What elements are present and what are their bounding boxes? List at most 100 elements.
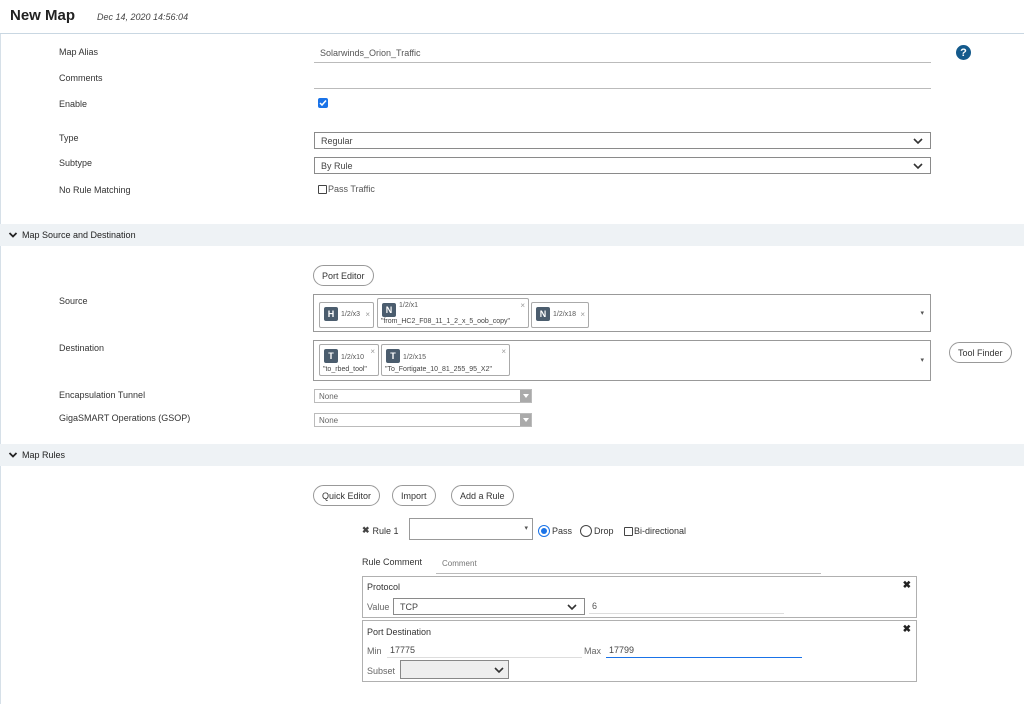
chevron-down-icon <box>913 162 923 169</box>
destination-label: Destination <box>59 343 105 353</box>
tag-name: "from_HC2_F08_11_1_2_x_5_oob_copy" <box>381 318 510 325</box>
rule-label: Rule 1 <box>372 525 399 536</box>
type-label: Type <box>59 133 79 143</box>
chevron-down-icon <box>8 452 18 458</box>
map-alias-input[interactable]: Solarwinds_Orion_Traffic <box>314 45 931 63</box>
encapsulation-tunnel-select[interactable]: None <box>314 389 532 403</box>
subtype-value: By Rule <box>321 160 353 171</box>
protocol-value-label: Value <box>367 602 390 612</box>
protocol-value: TCP <box>400 601 418 612</box>
chevron-down-icon <box>567 603 577 610</box>
destination-tag[interactable]: T 1/2/x10 "to_rbed_tool" × <box>319 344 379 376</box>
tag-port: 1/2/x10 <box>341 354 364 361</box>
tool-finder-button[interactable]: Tool Finder <box>949 342 1012 363</box>
drop-radio-option[interactable]: Drop <box>580 525 614 537</box>
remove-tag-icon[interactable]: × <box>370 347 375 356</box>
pass-traffic-option[interactable]: Pass Traffic <box>318 184 375 194</box>
gsop-value: None <box>319 415 339 425</box>
comments-input[interactable] <box>314 71 931 89</box>
subset-label: Subset <box>367 666 396 676</box>
source-multiselect[interactable]: H 1/2/x3 × N 1/2/x1 "from_HC2_F08_11_1_2… <box>313 294 931 332</box>
rule-comment-input[interactable]: Comment <box>436 557 821 574</box>
remove-tag-icon[interactable]: × <box>580 310 585 319</box>
section-map-rules[interactable]: Map Rules <box>0 444 1024 466</box>
subset-select[interactable] <box>400 660 509 679</box>
source-label: Source <box>59 296 88 306</box>
remove-tag-icon[interactable]: × <box>501 347 506 356</box>
gsop-label: GigaSMART Operations (GSOP) <box>59 413 191 423</box>
close-icon[interactable]: ✖ <box>903 580 911 591</box>
chevron-down-icon <box>494 667 504 674</box>
destination-tag[interactable]: T 1/2/x15 "To_Fortigate_10_81_255_95_X2"… <box>381 344 510 376</box>
caret-down-icon: ▾ <box>524 525 528 532</box>
enable-checkbox[interactable] <box>318 98 328 108</box>
max-port-input[interactable]: 17799 <box>606 642 802 658</box>
encapsulation-tunnel-label: Encapsulation Tunnel <box>59 390 146 400</box>
port-type-badge: T <box>324 349 338 363</box>
section-map-source-destination[interactable]: Map Source and Destination <box>0 224 1024 246</box>
section-title: Map Rules <box>22 450 66 460</box>
min-label: Min <box>367 646 382 656</box>
protocol-number-input[interactable]: 6 <box>589 598 784 614</box>
type-select[interactable]: Regular <box>314 132 931 149</box>
pass-radio[interactable] <box>538 525 550 537</box>
pass-label: Pass <box>552 526 573 536</box>
remove-rule-icon[interactable]: ✖ <box>362 525 370 536</box>
tag-port: 1/2/x18 <box>553 311 576 318</box>
port-destination-title: Port Destination <box>367 627 432 637</box>
caret-down-icon[interactable]: ▾ <box>920 356 924 364</box>
port-editor-button[interactable]: Port Editor <box>313 265 374 286</box>
protocol-title: Protocol <box>367 582 401 592</box>
caret-down-icon <box>520 390 531 402</box>
pass-radio-option[interactable]: Pass <box>538 525 572 537</box>
min-port-input[interactable]: 17775 <box>387 642 582 658</box>
tag-name: "to_rbed_tool" <box>323 366 367 373</box>
encapsulation-tunnel-value: None <box>319 391 339 401</box>
enable-label: Enable <box>59 99 88 109</box>
bidirectional-checkbox[interactable] <box>624 526 633 536</box>
port-destination-panel: Port Destination ✖ Min 17775 Max 17799 S… <box>362 620 917 682</box>
page-title: New Map <box>10 7 76 24</box>
section-title: Map Source and Destination <box>22 230 136 240</box>
source-tag[interactable]: H 1/2/x3 × <box>319 302 374 328</box>
remove-tag-icon[interactable]: × <box>365 310 370 319</box>
help-icon[interactable]: ? <box>956 45 971 60</box>
drop-label: Drop <box>594 526 614 536</box>
tag-port: 1/2/x15 <box>403 354 426 361</box>
max-label: Max <box>584 646 602 656</box>
rule-comment-label: Rule Comment <box>362 557 423 567</box>
bidirectional-option[interactable]: Bi-directional <box>624 526 686 536</box>
header-divider <box>0 33 1024 34</box>
import-button[interactable]: Import <box>392 485 436 506</box>
pass-traffic-label: Pass Traffic <box>328 184 375 194</box>
quick-editor-button[interactable]: Quick Editor <box>313 485 381 506</box>
comments-label: Comments <box>59 73 103 83</box>
rule-type-select[interactable]: ▾ <box>409 518 533 540</box>
pass-traffic-checkbox[interactable] <box>318 184 327 194</box>
remove-tag-icon[interactable]: × <box>520 301 525 310</box>
drop-radio[interactable] <box>580 525 592 537</box>
port-type-badge: N <box>536 307 550 321</box>
port-type-badge: T <box>386 349 400 363</box>
gsop-select[interactable]: None <box>314 413 532 427</box>
no-rule-matching-label: No Rule Matching <box>59 185 131 195</box>
close-icon[interactable]: ✖ <box>903 624 911 635</box>
source-tag[interactable]: N 1/2/x1 "from_HC2_F08_11_1_2_x_5_oob_co… <box>377 298 529 328</box>
left-border <box>0 34 1 704</box>
chevron-down-icon <box>8 232 18 238</box>
protocol-panel: Protocol ✖ Value TCP 6 <box>362 576 917 618</box>
caret-down-icon[interactable]: ▾ <box>920 309 924 317</box>
caret-down-icon <box>520 414 531 426</box>
port-type-badge: H <box>324 307 338 321</box>
rule-header: ✖ Rule 1 <box>362 525 399 536</box>
bidirectional-label: Bi-directional <box>634 526 687 536</box>
tag-port: 1/2/x3 <box>341 311 361 318</box>
protocol-select[interactable]: TCP <box>393 598 585 615</box>
destination-multiselect[interactable]: T 1/2/x10 "to_rbed_tool" × T 1/2/x15 "To… <box>313 340 931 381</box>
port-type-badge: N <box>382 303 396 317</box>
add-rule-button[interactable]: Add a Rule <box>451 485 514 506</box>
subtype-select[interactable]: By Rule <box>314 157 931 174</box>
type-value: Regular <box>321 135 353 146</box>
chevron-down-icon <box>913 137 923 144</box>
source-tag[interactable]: N 1/2/x18 × <box>531 302 589 328</box>
